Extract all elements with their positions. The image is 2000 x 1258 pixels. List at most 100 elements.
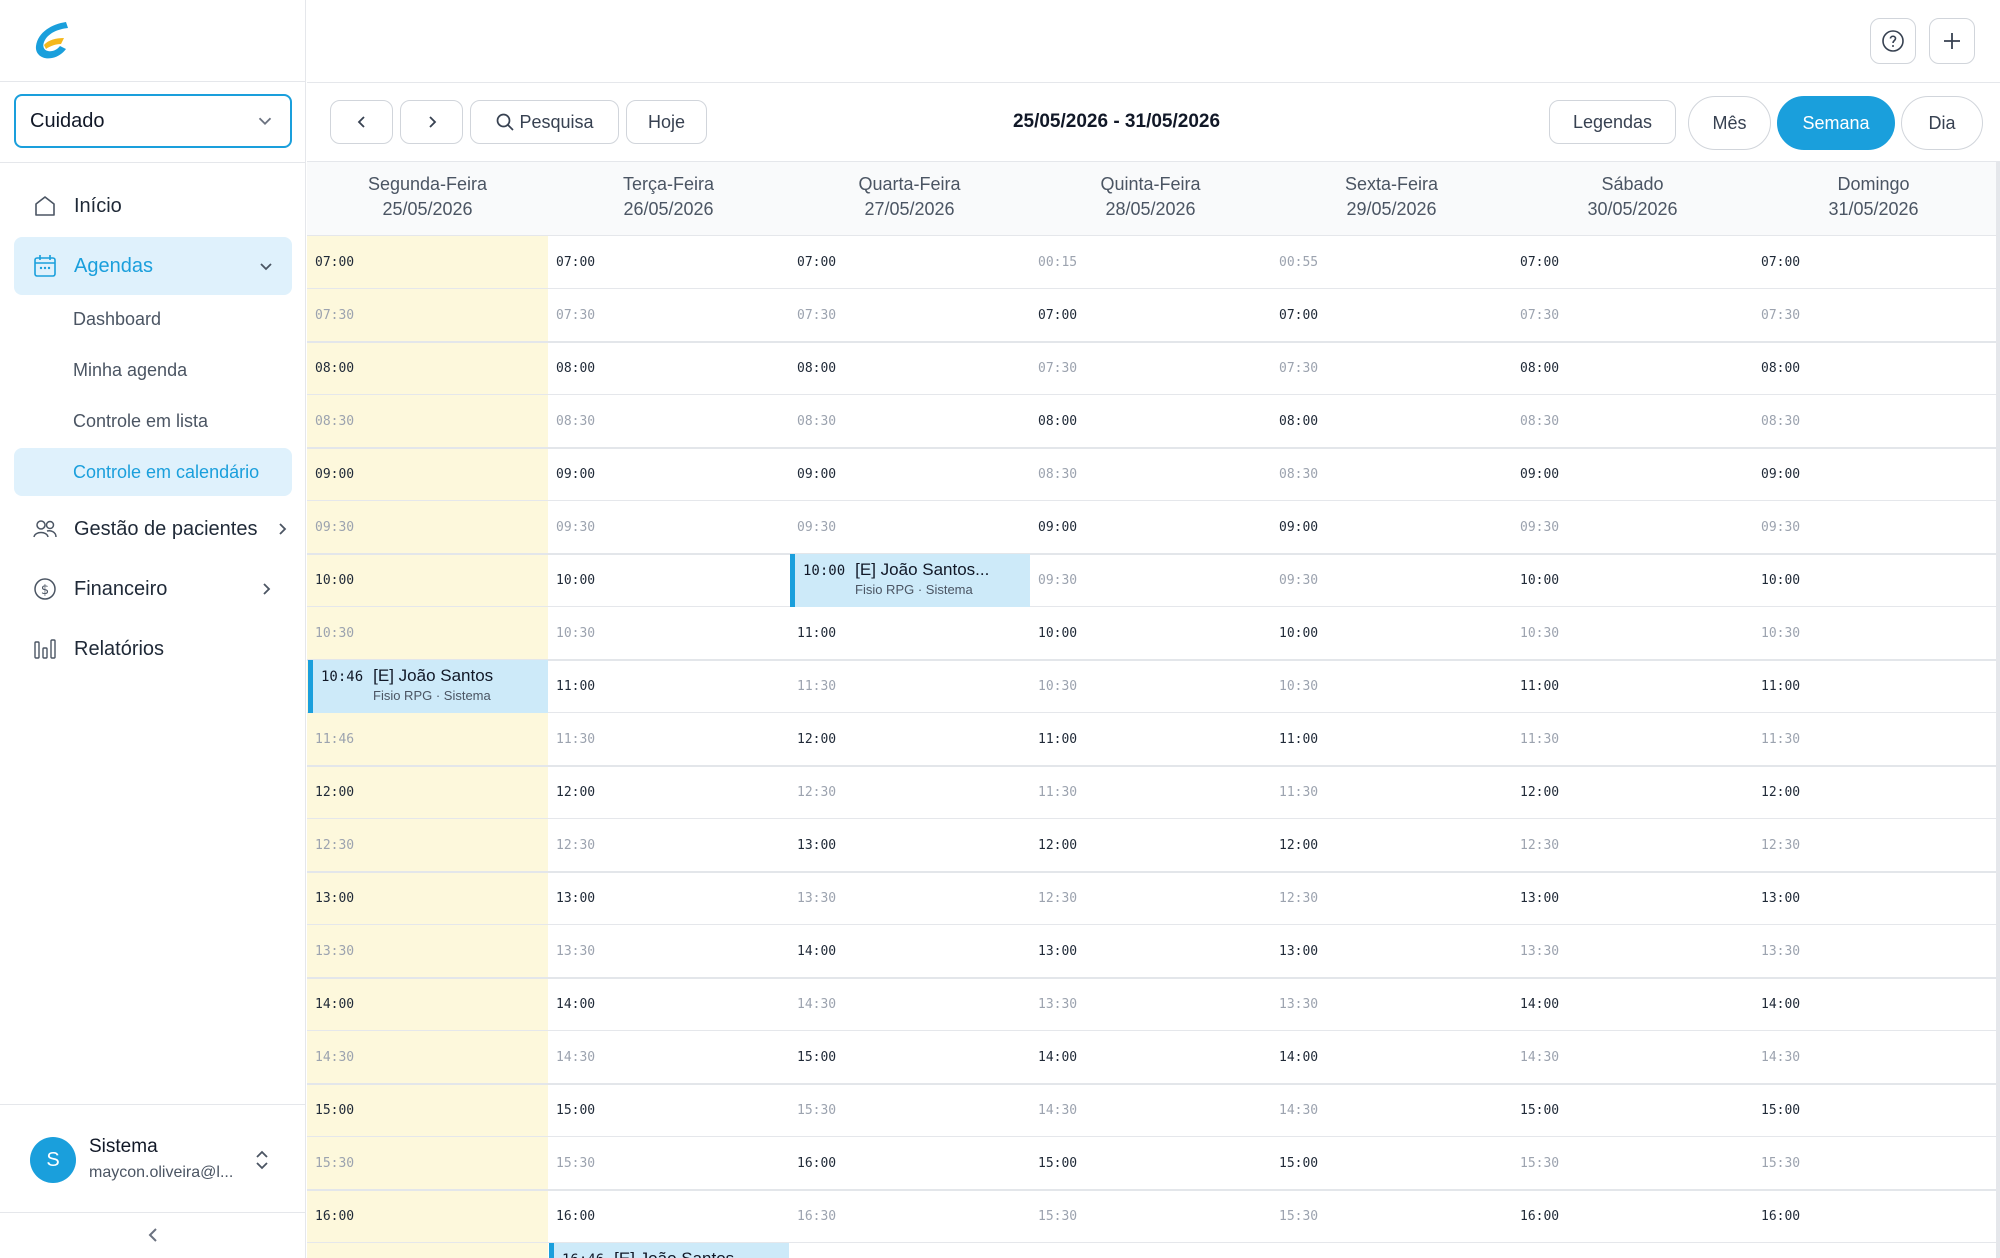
time-slot[interactable]: 16:00 (307, 1190, 548, 1243)
day-header[interactable]: Domingo 31/05/2026 (1753, 172, 1994, 222)
time-slot[interactable]: 07:00 (1753, 236, 1994, 289)
time-slot[interactable]: 09:00 (1030, 501, 1271, 554)
time-slot[interactable]: 16:00 (548, 1190, 789, 1243)
time-slot[interactable]: 14:00 (548, 978, 789, 1031)
time-slot[interactable]: 14:00 (1030, 1031, 1271, 1084)
prev-week-button[interactable] (330, 100, 393, 144)
time-slot[interactable]: 16:00 (1512, 1190, 1753, 1243)
day-header[interactable]: Sábado 30/05/2026 (1512, 172, 1753, 222)
time-slot[interactable]: 14:30 (1753, 1031, 1994, 1084)
time-slot[interactable]: 13:00 (307, 872, 548, 925)
time-slot[interactable]: 15:00 (307, 1084, 548, 1137)
scrollbar[interactable] (1996, 162, 2000, 1258)
time-slot[interactable]: 11:30 (1030, 766, 1271, 819)
time-slot[interactable]: 07:30 (548, 289, 789, 342)
time-slot[interactable]: 12:30 (307, 819, 548, 872)
add-button[interactable] (1929, 18, 1975, 64)
time-slot[interactable]: 07:30 (789, 289, 1030, 342)
time-slot[interactable]: 13:30 (307, 925, 548, 978)
time-slot[interactable]: 08:30 (1271, 448, 1512, 501)
time-slot[interactable]: 11:00 (1030, 713, 1271, 766)
time-slot[interactable]: 13:00 (1030, 925, 1271, 978)
time-slot[interactable]: 16:00 (1753, 1190, 1994, 1243)
day-header[interactable]: Segunda-Feira 25/05/2026 (307, 172, 548, 222)
time-slot[interactable]: 13:00 (1512, 872, 1753, 925)
time-slot[interactable]: 08:00 (548, 342, 789, 395)
time-slot[interactable]: 15:30 (307, 1137, 548, 1190)
time-slot[interactable]: 10:00 (548, 554, 789, 607)
time-slot[interactable]: 13:00 (1271, 925, 1512, 978)
time-slot[interactable]: 10:30 (1271, 660, 1512, 713)
time-slot[interactable]: 09:30 (1512, 501, 1753, 554)
time-slot[interactable]: 14:30 (1512, 1031, 1753, 1084)
time-slot[interactable]: 10:30 (1030, 660, 1271, 713)
time-slot[interactable]: 13:00 (1753, 872, 1994, 925)
time-slot[interactable]: 14:00 (1512, 978, 1753, 1031)
time-slot[interactable]: 09:00 (1271, 501, 1512, 554)
time-slot[interactable]: 10:30 (307, 607, 548, 660)
time-slot[interactable]: 15:30 (1030, 1190, 1271, 1243)
time-slot[interactable]: 15:00 (789, 1031, 1030, 1084)
time-slot[interactable]: 15:00 (1753, 1084, 1994, 1137)
time-slot[interactable]: 08:30 (307, 395, 548, 448)
time-slot[interactable]: 13:30 (789, 872, 1030, 925)
time-slot[interactable]: 10:00 (1512, 554, 1753, 607)
view-month-button[interactable]: Mês (1688, 96, 1771, 150)
time-slot[interactable]: 09:00 (307, 448, 548, 501)
time-slot[interactable]: 08:00 (1753, 342, 1994, 395)
time-slot[interactable]: 10:30 (1753, 607, 1994, 660)
time-slot[interactable]: 07:00 (1271, 289, 1512, 342)
time-slot[interactable]: 07:30 (1271, 342, 1512, 395)
time-slot[interactable]: 08:00 (307, 342, 548, 395)
day-header[interactable]: Quarta-Feira 27/05/2026 (789, 172, 1030, 222)
sidebar-item-minha-agenda[interactable]: Minha agenda (14, 346, 292, 394)
time-slot[interactable]: 09:30 (1030, 554, 1271, 607)
time-slot[interactable]: 13:30 (1512, 925, 1753, 978)
day-header[interactable]: Terça-Feira 26/05/2026 (548, 172, 789, 222)
time-slot[interactable]: 14:00 (307, 978, 548, 1031)
time-slot[interactable]: 11:46 (307, 713, 548, 766)
app-logo[interactable] (30, 18, 72, 64)
time-slot[interactable]: 11:00 (548, 660, 789, 713)
time-slot[interactable]: 13:30 (548, 925, 789, 978)
sidebar-item-controle-lista[interactable]: Controle em lista (14, 397, 292, 445)
time-slot[interactable]: 12:30 (1030, 872, 1271, 925)
time-slot[interactable]: 11:00 (1512, 660, 1753, 713)
time-slot[interactable]: 09:30 (307, 501, 548, 554)
time-slot[interactable]: 11:30 (789, 660, 1030, 713)
time-slot[interactable]: 12:00 (1271, 819, 1512, 872)
time-slot[interactable]: 10:00 (1753, 554, 1994, 607)
view-week-button[interactable]: Semana (1777, 96, 1895, 150)
time-slot[interactable]: 14:30 (307, 1031, 548, 1084)
time-slot[interactable]: 08:00 (1030, 395, 1271, 448)
time-slot[interactable]: 13:30 (1753, 925, 1994, 978)
nav-item-financeiro[interactable]: $ Financeiro (14, 560, 292, 618)
time-slot[interactable]: 09:30 (1753, 501, 1994, 554)
day-header[interactable]: Sexta-Feira 29/05/2026 (1271, 172, 1512, 222)
today-button[interactable]: Hoje (626, 100, 707, 144)
time-slot[interactable]: 11:30 (1753, 713, 1994, 766)
time-slot[interactable]: 12:00 (548, 766, 789, 819)
time-slot[interactable]: 10:00 (1030, 607, 1271, 660)
time-slot[interactable]: 11:30 (1512, 713, 1753, 766)
time-slot[interactable]: 09:30 (1271, 554, 1512, 607)
time-slot[interactable]: 12:30 (1271, 872, 1512, 925)
time-slot[interactable]: 14:00 (1271, 1031, 1512, 1084)
user-menu[interactable]: S Sistema maycon.oliveira@l... (30, 1134, 290, 1188)
time-slot[interactable]: 07:30 (1512, 289, 1753, 342)
time-slot[interactable]: 07:00 (789, 236, 1030, 289)
time-slot[interactable]: 14:30 (1030, 1084, 1271, 1137)
time-slot[interactable]: 13:30 (1030, 978, 1271, 1031)
time-slot[interactable]: 12:00 (307, 766, 548, 819)
time-slot[interactable]: 09:00 (789, 448, 1030, 501)
time-slot[interactable]: 12:30 (1753, 819, 1994, 872)
view-day-button[interactable]: Dia (1901, 96, 1983, 150)
time-slot[interactable]: 07:00 (1512, 236, 1753, 289)
time-slot[interactable]: 15:00 (1030, 1137, 1271, 1190)
appointment-event[interactable]: 16:46[E] João SantosFisio RPG · Sistema (549, 1243, 789, 1258)
time-slot[interactable]: 15:00 (1271, 1137, 1512, 1190)
time-slot[interactable]: 00:55 (1271, 236, 1512, 289)
time-slot[interactable]: 11:30 (548, 713, 789, 766)
time-slot[interactable]: 14:30 (789, 978, 1030, 1031)
time-slot[interactable]: 15:00 (1512, 1084, 1753, 1137)
